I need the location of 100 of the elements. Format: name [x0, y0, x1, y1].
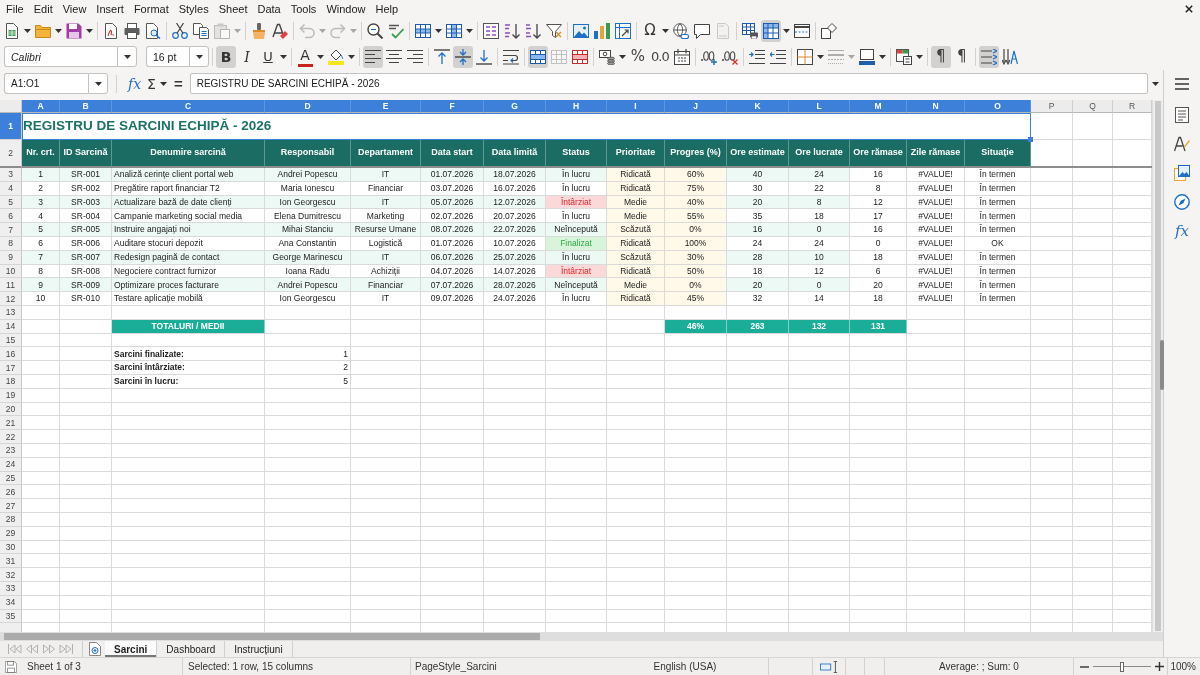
menu-item[interactable]: Sheet [213, 3, 253, 15]
column-header[interactable]: C [112, 100, 265, 113]
column-header[interactable]: M [850, 100, 907, 113]
menu-item[interactable]: Edit [28, 3, 58, 15]
font-size-dropdown[interactable] [189, 46, 209, 67]
column-header[interactable]: F [421, 100, 484, 113]
add-document-icon [89, 642, 101, 656]
column-heading: Departament [351, 140, 421, 168]
table-cell: 0% [665, 278, 727, 293]
name-box[interactable]: A1:O1 [4, 73, 88, 94]
caret-icon [783, 28, 790, 33]
row-header[interactable]: 3 [0, 168, 22, 182]
text-direction-button[interactable] [978, 45, 999, 68]
column-header[interactable]: P [1031, 100, 1073, 113]
calendar-icon [673, 48, 690, 65]
scissors-icon [172, 22, 188, 39]
bold-button[interactable]: B [216, 45, 236, 68]
zoom-in-button[interactable] [1155, 662, 1164, 671]
slider-thumb[interactable] [1120, 661, 1124, 672]
menu-item[interactable]: File [1, 3, 29, 15]
caret-icon [195, 54, 203, 59]
document-magnifier-icon [145, 22, 161, 39]
menu-item[interactable]: Insert [91, 3, 129, 15]
column-header[interactable]: L [789, 100, 850, 113]
menu-item[interactable]: Styles [173, 3, 214, 15]
menu-item[interactable]: Help [370, 3, 404, 15]
caret-icon [435, 28, 442, 33]
language: English (USA) [653, 661, 717, 672]
center-vertically-button[interactable] [453, 45, 473, 68]
table-cell: Resurse Umane [351, 223, 421, 237]
skip-end-icon [58, 644, 73, 654]
sheet-title: REGISTRU DE SARCINI ECHIPĂ - 2026 [22, 113, 1031, 140]
table-grid-icon [446, 22, 462, 39]
table-cell: Scăzută [607, 223, 665, 237]
plus-icon [1155, 662, 1164, 671]
left-to-right-button[interactable]: ¶ [930, 45, 951, 68]
table-cell: Mihai Stanciu [265, 223, 351, 237]
vertical-scrollbar[interactable] [1152, 100, 1163, 632]
funnel-icon [546, 22, 562, 39]
percent-format-button[interactable]: % [628, 45, 648, 68]
column-header[interactable]: O [965, 100, 1031, 113]
italic-button[interactable]: I [237, 45, 257, 68]
column-header[interactable]: H [546, 100, 607, 113]
column-header[interactable]: Q [1073, 100, 1113, 113]
caret-icon [234, 28, 241, 33]
sidebar-handle[interactable] [1160, 340, 1164, 390]
functions-tab[interactable]: fx [1170, 220, 1194, 242]
close-button[interactable] [1185, 5, 1193, 13]
menu-item[interactable]: Data [252, 3, 286, 15]
column-header[interactable]: I [607, 100, 665, 113]
caret-icon [619, 54, 626, 59]
formula-button[interactable]: = [170, 73, 186, 94]
banknote-coins-icon [599, 48, 615, 65]
number-format-button[interactable]: 0.0 [649, 45, 671, 68]
font-size-field[interactable]: 16 pt [146, 46, 189, 67]
menu-item[interactable]: Format [128, 3, 174, 15]
font-name-dropdown[interactable] [117, 46, 137, 67]
menu-item[interactable]: View [57, 3, 92, 15]
sheet-tab[interactable]: Sarcini [105, 641, 158, 657]
table-grid-icon [415, 22, 431, 39]
function-wizard-button[interactable]: fx [125, 73, 145, 94]
column-header[interactable]: A [22, 100, 60, 113]
menu-item[interactable]: Tools [285, 3, 322, 15]
align-bottom-icon [476, 48, 492, 65]
column-header[interactable]: B [60, 100, 112, 113]
table-cell: 01.07.2026 [421, 168, 484, 182]
column-header[interactable]: K [727, 100, 789, 113]
row-header[interactable]: 1 [0, 113, 22, 140]
double-left-arrow-icon [24, 644, 39, 654]
caret-icon [317, 54, 324, 59]
freeze-panes-button[interactable] [761, 19, 781, 42]
name-box-dropdown[interactable] [88, 73, 108, 94]
column-header[interactable]: J [665, 100, 727, 113]
formula-input[interactable]: REGISTRU DE SARCINI ECHIPĂ - 2026 [189, 73, 1148, 94]
table-cell: 40 [727, 168, 789, 182]
table-cell: Optimizare proces facturare [112, 278, 265, 293]
zoom-percent: 100% [1170, 661, 1196, 672]
right-to-left-button[interactable]: ¶ [951, 45, 972, 68]
selection-handle[interactable] [1028, 137, 1033, 142]
frame-color-bar-icon [858, 48, 875, 65]
caret-icon [86, 28, 93, 33]
vertical-text-icon [1001, 48, 1018, 65]
horizontal-scrollbar[interactable] [0, 632, 1163, 641]
caret-icon [1151, 81, 1159, 86]
special-character-button[interactable]: Ω [640, 19, 660, 42]
font-name-field[interactable]: Calibri [4, 46, 117, 67]
underline-button[interactable]: U [258, 45, 278, 68]
column-header[interactable]: D [265, 100, 351, 113]
menu-item[interactable]: Window [321, 3, 371, 15]
merge-center-button[interactable] [528, 45, 548, 68]
column-header[interactable]: N [907, 100, 965, 113]
sum-button[interactable]: Σ [144, 73, 159, 94]
table-printer-icon [742, 22, 758, 39]
column-header[interactable]: R [1113, 100, 1152, 113]
column-header[interactable]: G [484, 100, 546, 113]
caret-icon [160, 81, 168, 86]
indent-decrease-icon [769, 48, 786, 65]
table-cell: 9 [22, 278, 60, 293]
align-left-button[interactable] [363, 45, 383, 68]
column-header[interactable]: E [351, 100, 421, 113]
